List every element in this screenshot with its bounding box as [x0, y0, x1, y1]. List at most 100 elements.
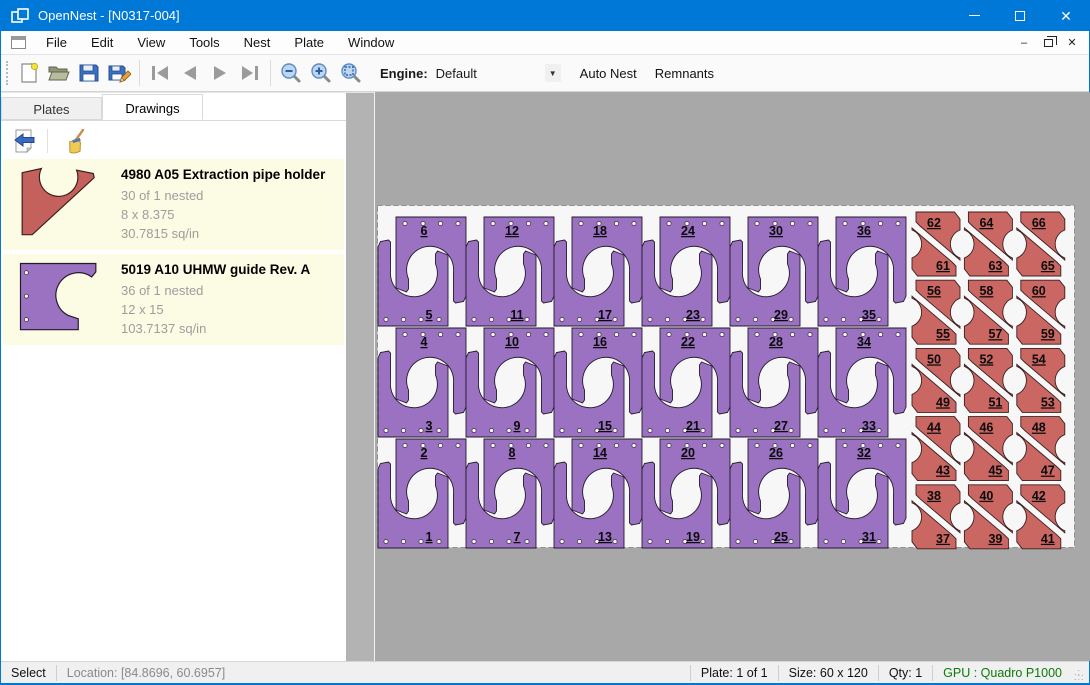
toolbar-grip[interactable]: [6, 61, 10, 85]
part-shape-purple: [11, 261, 107, 333]
auto-nest-button[interactable]: Auto Nest: [571, 61, 646, 86]
mdi-close-button[interactable]: ✕: [1063, 35, 1081, 51]
new-file-button[interactable]: [14, 58, 44, 88]
svg-text:42: 42: [1032, 489, 1046, 503]
engine-dropdown-arrow[interactable]: ▼: [545, 64, 561, 82]
zoom-in-icon: [309, 61, 333, 85]
svg-text:3: 3: [426, 419, 433, 433]
svg-text:51: 51: [988, 395, 1002, 409]
svg-text:62: 62: [927, 216, 941, 230]
mdi-document-icon[interactable]: [11, 36, 26, 49]
minimize-icon: [969, 15, 980, 16]
return-part-button[interactable]: [9, 126, 41, 156]
svg-text:12: 12: [505, 224, 519, 238]
status-location: Location: [84.8696, 60.6957]: [57, 666, 235, 680]
app-icon: [11, 8, 29, 24]
drawing-nested-count: 36 of 1 nested: [121, 283, 310, 299]
tab-plates[interactable]: Plates: [1, 97, 102, 120]
menu-item-file[interactable]: File: [34, 32, 79, 53]
svg-text:1: 1: [426, 530, 433, 544]
menu-item-edit[interactable]: Edit: [79, 32, 125, 53]
menu-bar: File Edit View Tools Nest Plate Window –…: [1, 31, 1089, 55]
svg-text:44: 44: [927, 421, 941, 435]
drawing-nested-count: 30 of 1 nested: [121, 188, 325, 204]
drawing-area: 30.7815 sq/in: [121, 226, 325, 242]
mdi-restore-button[interactable]: [1039, 35, 1057, 51]
svg-text:50: 50: [927, 352, 941, 366]
main-toolbar: Engine: Default ▼ Auto Nest Remnants: [1, 55, 1089, 92]
svg-text:31: 31: [862, 530, 876, 544]
svg-text:49: 49: [936, 395, 950, 409]
panel-splitter[interactable]: [346, 92, 374, 661]
svg-text:34: 34: [857, 335, 871, 349]
drawing-item-extraction-pipe-holder[interactable]: 4980 A05 Extraction pipe holder 30 of 1 …: [3, 159, 344, 250]
svg-text:30: 30: [769, 224, 783, 238]
nest-view[interactable]: 6543211211109871817161514132423222120193…: [375, 92, 1090, 661]
previous-plate-button[interactable]: [175, 58, 205, 88]
next-plate-button[interactable]: [205, 58, 235, 88]
status-plate: Plate: 1 of 1: [691, 666, 778, 680]
toolbar-separator: [270, 60, 271, 86]
svg-text:9: 9: [514, 419, 521, 433]
drawing-item-uhmw-guide[interactable]: 5019 A10 UHMW guide Rev. A 36 of 1 neste…: [3, 254, 344, 345]
close-button[interactable]: ✕: [1043, 0, 1089, 31]
first-plate-button[interactable]: [145, 58, 175, 88]
remnants-button[interactable]: Remnants: [646, 61, 723, 86]
zoom-out-icon: [279, 61, 303, 85]
svg-text:2: 2: [421, 446, 428, 460]
svg-text:45: 45: [988, 464, 1002, 478]
save-icon: [77, 61, 101, 85]
svg-text:56: 56: [927, 284, 941, 298]
menu-item-plate[interactable]: Plate: [282, 32, 336, 53]
svg-text:41: 41: [1041, 532, 1055, 546]
svg-text:60: 60: [1032, 284, 1046, 298]
svg-text:24: 24: [681, 224, 695, 238]
close-icon: ✕: [1060, 9, 1072, 23]
tab-drawings[interactable]: Drawings: [102, 94, 203, 120]
engine-select[interactable]: Default: [436, 66, 541, 81]
return-part-icon: [12, 128, 38, 154]
svg-text:5: 5: [426, 308, 433, 322]
zoom-fit-button[interactable]: [336, 58, 366, 88]
svg-text:19: 19: [686, 530, 700, 544]
previous-icon: [178, 61, 202, 85]
drawing-area: 103.7137 sq/in: [121, 321, 310, 337]
svg-text:54: 54: [1032, 352, 1046, 366]
nest-canvas[interactable]: 6543211211109871817161514132423222120193…: [374, 92, 1090, 661]
clear-nest-button[interactable]: [60, 126, 92, 156]
maximize-icon: [1015, 11, 1025, 21]
svg-text:14: 14: [593, 446, 607, 460]
drawing-size: 8 x 8.375: [121, 207, 325, 223]
menu-item-view[interactable]: View: [125, 32, 177, 53]
maximize-button[interactable]: [997, 0, 1043, 31]
menu-item-tools[interactable]: Tools: [177, 32, 231, 53]
svg-text:4: 4: [421, 335, 428, 349]
zoom-out-button[interactable]: [276, 58, 306, 88]
new-file-icon: [17, 61, 41, 85]
last-plate-button[interactable]: [235, 58, 265, 88]
menu-item-nest[interactable]: Nest: [232, 32, 283, 53]
status-gpu: GPU : Quadro P1000: [933, 666, 1072, 680]
resize-grip[interactable]: .: .::: [1074, 670, 1086, 682]
svg-text:43: 43: [936, 464, 950, 478]
save-button[interactable]: [74, 58, 104, 88]
svg-text:33: 33: [862, 419, 876, 433]
save-as-button[interactable]: [104, 58, 134, 88]
svg-text:55: 55: [936, 327, 950, 341]
svg-text:29: 29: [774, 308, 788, 322]
svg-text:37: 37: [936, 532, 950, 546]
panel-toolbar-separator: [47, 129, 48, 153]
last-icon: [238, 61, 262, 85]
svg-text:39: 39: [988, 532, 1002, 546]
zoom-in-button[interactable]: [306, 58, 336, 88]
drawing-title: 4980 A05 Extraction pipe holder: [121, 167, 325, 182]
svg-text:59: 59: [1041, 327, 1055, 341]
minimize-button[interactable]: [951, 0, 997, 31]
svg-text:11: 11: [510, 308, 523, 322]
svg-text:61: 61: [936, 259, 950, 273]
mdi-restore-icon: [1044, 39, 1053, 47]
mdi-minimize-button[interactable]: –: [1015, 35, 1033, 51]
open-button[interactable]: [44, 58, 74, 88]
status-bar: Select Location: [84.8696, 60.6957] Plat…: [1, 661, 1089, 683]
menu-item-window[interactable]: Window: [336, 32, 406, 53]
